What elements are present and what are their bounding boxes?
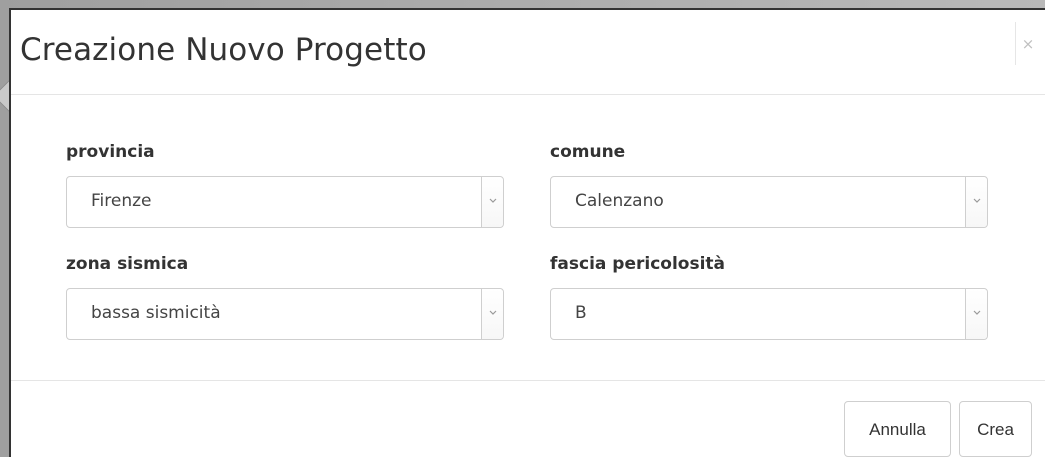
comune-label: comune — [550, 142, 626, 162]
zona-sismica-select[interactable]: bassa sismicità — [66, 288, 504, 340]
cancel-button[interactable]: Annulla — [844, 401, 951, 457]
comune-field: comune Calenzano — [550, 142, 988, 228]
provincia-select[interactable]: Firenze — [66, 176, 504, 228]
close-button[interactable]: × — [1019, 35, 1037, 53]
comune-value: Calenzano — [575, 191, 664, 211]
chevron-down-icon — [973, 198, 981, 203]
new-project-dialog: Creazione Nuovo Progetto × provincia Fir… — [9, 8, 1045, 457]
create-button[interactable]: Crea — [959, 401, 1032, 457]
zona-sismica-value: bassa sismicità — [91, 303, 221, 323]
dialog-title: Creazione Nuovo Progetto — [20, 32, 427, 68]
zona-sismica-dropdown-toggle[interactable] — [481, 289, 503, 339]
chevron-down-icon — [489, 198, 497, 203]
close-icon: × — [1021, 35, 1035, 53]
fascia-pericolosita-value: B — [575, 303, 587, 323]
comune-dropdown-toggle[interactable] — [965, 177, 987, 227]
dialog-body: provincia Firenze comune Calenzano zona … — [11, 95, 1045, 380]
fascia-pericolosita-field: fascia pericolosità B — [550, 254, 988, 340]
fascia-pericolosita-select[interactable]: B — [550, 288, 988, 340]
provincia-field: provincia Firenze — [66, 142, 504, 228]
fascia-pericolosita-dropdown-toggle[interactable] — [965, 289, 987, 339]
zona-sismica-label: zona sismica — [66, 254, 189, 274]
provincia-dropdown-toggle[interactable] — [481, 177, 503, 227]
chevron-down-icon — [489, 310, 497, 315]
close-divider — [1015, 22, 1016, 65]
zona-sismica-field: zona sismica bassa sismicità — [66, 254, 504, 340]
dialog-header: Creazione Nuovo Progetto × — [11, 10, 1045, 95]
provincia-label: provincia — [66, 142, 155, 162]
chevron-down-icon — [973, 310, 981, 315]
provincia-value: Firenze — [91, 191, 152, 211]
comune-select[interactable]: Calenzano — [550, 176, 988, 228]
fascia-pericolosita-label: fascia pericolosità — [550, 254, 725, 274]
dialog-footer: Annulla Crea — [11, 380, 1045, 457]
